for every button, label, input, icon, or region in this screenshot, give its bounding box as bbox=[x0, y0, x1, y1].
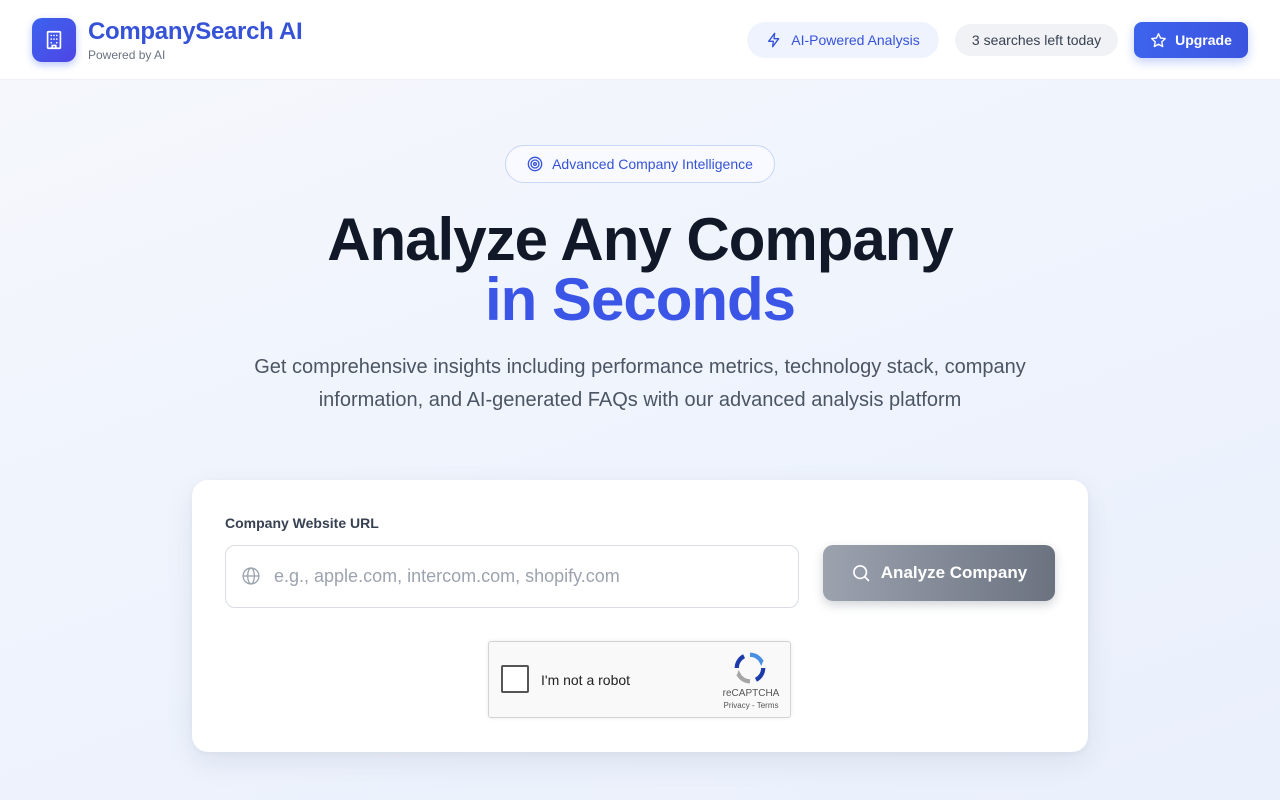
upgrade-label: Upgrade bbox=[1175, 32, 1232, 48]
company-url-input[interactable] bbox=[274, 546, 789, 606]
hero-title: Analyze Any Company bbox=[327, 206, 954, 273]
hero-description: Get comprehensive insights including per… bbox=[254, 356, 1026, 411]
recaptcha-logo-icon bbox=[734, 652, 766, 684]
analyze-label: Analyze Company bbox=[880, 563, 1028, 582]
globe-icon bbox=[242, 567, 260, 585]
ai-pill-label: AI-Powered Analysis bbox=[791, 32, 920, 48]
brand-subtitle: Powered by AI bbox=[88, 48, 166, 62]
brand-title[interactable]: CompanySearch AI bbox=[88, 18, 303, 46]
hero-title-accent: in Seconds bbox=[484, 266, 796, 333]
search-icon bbox=[852, 565, 870, 582]
recaptcha-terms-link[interactable]: Privacy - Terms bbox=[711, 701, 791, 710]
search-card: Company Website URL Analyze Company I'm … bbox=[192, 480, 1088, 752]
url-input-wrapper[interactable] bbox=[225, 545, 799, 608]
brand-logo[interactable] bbox=[32, 18, 76, 62]
building-icon bbox=[46, 30, 62, 50]
bolt-icon bbox=[768, 32, 780, 48]
top-header: CompanySearch AI Powered by AI AI-Powere… bbox=[0, 0, 1280, 80]
searches-left-badge: 3 searches left today bbox=[955, 24, 1118, 56]
url-field-label: Company Website URL bbox=[225, 515, 379, 531]
recaptcha-checkbox[interactable] bbox=[501, 665, 529, 693]
recaptcha-widget: I'm not a robot reCAPTCHA Privacy - Term… bbox=[488, 641, 791, 718]
target-icon bbox=[527, 156, 543, 172]
intelligence-badge: Advanced Company Intelligence bbox=[505, 145, 775, 183]
ai-powered-pill: AI-Powered Analysis bbox=[747, 22, 939, 58]
analyze-company-button[interactable]: Analyze Company bbox=[823, 545, 1055, 601]
star-icon bbox=[1151, 32, 1167, 47]
recaptcha-label: I'm not a robot bbox=[541, 672, 631, 688]
upgrade-button[interactable]: Upgrade bbox=[1134, 22, 1248, 58]
badge-label: Advanced Company Intelligence bbox=[552, 156, 753, 172]
recaptcha-brand: reCAPTCHA bbox=[722, 688, 780, 699]
